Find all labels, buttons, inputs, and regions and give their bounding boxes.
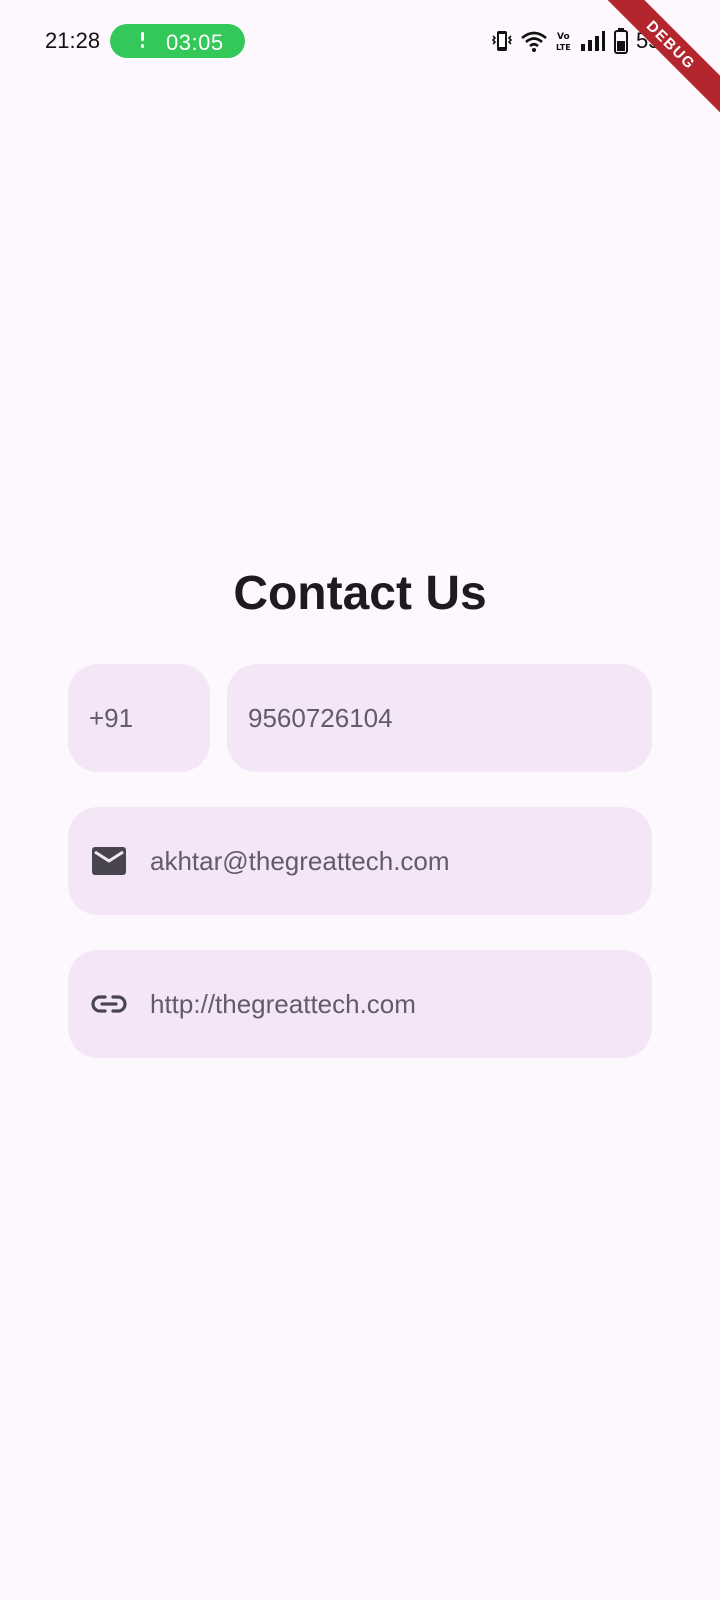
page-title: Contact Us: [233, 567, 487, 620]
wifi-icon: [520, 29, 548, 53]
battery-icon: [613, 28, 628, 54]
signal-icon: [580, 30, 606, 52]
status-icons: Vo LTE 55%: [491, 26, 680, 56]
volte-icon: Vo LTE: [556, 29, 572, 53]
email-icon: [90, 842, 128, 880]
status-time: 21:28: [45, 28, 101, 53]
email-value: akhtar@thegreattech.com: [150, 845, 450, 876]
link-icon: [90, 985, 128, 1023]
call-indicator-icon: [140, 32, 146, 50]
ongoing-call-pill[interactable]: 03:05: [110, 24, 245, 58]
svg-text:LTE: LTE: [556, 43, 571, 52]
phone-field[interactable]: 9560726104: [227, 664, 652, 772]
battery-percent: 55%: [635, 28, 680, 53]
email-field[interactable]: akhtar@thegreattech.com: [68, 807, 652, 915]
vibrate-icon: [491, 29, 512, 53]
svg-text:Vo: Vo: [557, 32, 570, 42]
website-field[interactable]: http://thegreattech.com: [68, 950, 652, 1058]
country-code-field[interactable]: +91: [68, 664, 210, 772]
contact-screen: 21:28 03:05 Vo LTE 55% DEBUG Contact Us …: [0, 0, 720, 1600]
website-value: http://thegreattech.com: [150, 988, 416, 1019]
phone-value: 9560726104: [248, 702, 393, 733]
call-timer: 03:05: [166, 30, 224, 55]
status-bar: 21:28 03:05 Vo LTE 55%: [0, 0, 720, 84]
country-code-value: +91: [89, 702, 134, 733]
